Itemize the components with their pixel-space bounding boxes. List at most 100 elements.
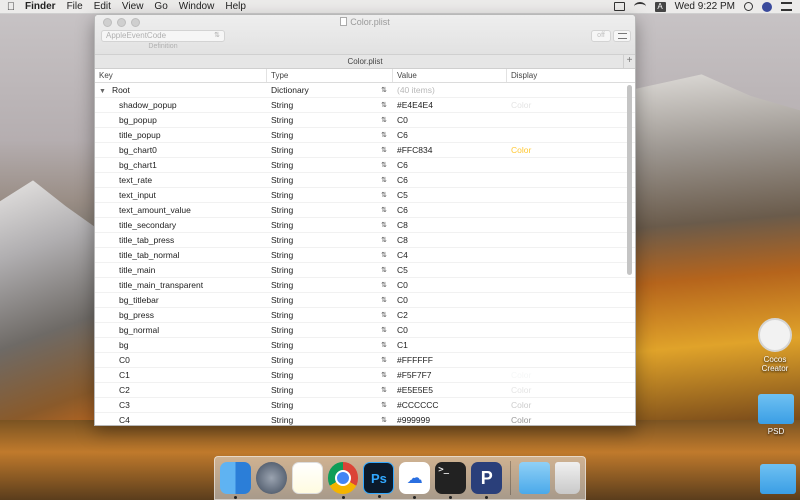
plist-row[interactable]: bg_titlebar String ⇅ C0: [95, 293, 635, 308]
plist-row[interactable]: C2 String ⇅ #E5E5E5 Color: [95, 383, 635, 398]
row-key[interactable]: title_tab_press: [95, 233, 267, 247]
chevron-updown-icon[interactable]: ⇅: [381, 278, 387, 293]
row-type[interactable]: String ⇅: [267, 218, 393, 232]
row-type[interactable]: String ⇅: [267, 128, 393, 142]
menu-window[interactable]: Window: [176, 1, 223, 12]
chevron-updown-icon[interactable]: ⇅: [381, 353, 387, 368]
plist-row[interactable]: C1 String ⇅ #F5F7F7 Color: [95, 368, 635, 383]
column-header-type[interactable]: Type: [267, 69, 393, 82]
row-value[interactable]: (40 items): [393, 83, 507, 97]
launchpad-icon[interactable]: [255, 462, 287, 494]
row-value[interactable]: #CCCCCC: [393, 398, 507, 412]
row-key[interactable]: title_main: [95, 263, 267, 277]
trash-icon[interactable]: [554, 462, 580, 494]
plist-row[interactable]: bg_chart0 String ⇅ #FFC834 Color: [95, 143, 635, 158]
chevron-updown-icon[interactable]: ⇅: [381, 398, 387, 413]
row-value[interactable]: C0: [393, 323, 507, 337]
row-key[interactable]: bg_titlebar: [95, 293, 267, 307]
row-key[interactable]: bg_normal: [95, 323, 267, 337]
row-value[interactable]: C6: [393, 128, 507, 142]
plist-row[interactable]: title_main_transparent String ⇅ C0: [95, 278, 635, 293]
apple-menu-icon[interactable]: : [0, 1, 22, 13]
row-value[interactable]: C8: [393, 233, 507, 247]
row-type[interactable]: String ⇅: [267, 158, 393, 172]
row-key[interactable]: bg_chart0: [95, 143, 267, 157]
plist-row[interactable]: title_secondary String ⇅ C8: [95, 218, 635, 233]
chevron-updown-icon[interactable]: ⇅: [381, 128, 387, 143]
row-key[interactable]: text_input: [95, 188, 267, 202]
row-value[interactable]: #E4E4E4: [393, 98, 507, 112]
row-key[interactable]: C4: [95, 413, 267, 425]
vertical-scrollbar[interactable]: [627, 85, 632, 275]
menu-help[interactable]: Help: [222, 1, 254, 12]
row-value[interactable]: C6: [393, 173, 507, 187]
row-key[interactable]: C2: [95, 383, 267, 397]
row-type[interactable]: Dictionary ⇅: [267, 83, 393, 97]
row-key[interactable]: C0: [95, 353, 267, 367]
row-type[interactable]: String ⇅: [267, 113, 393, 127]
chevron-updown-icon[interactable]: ⇅: [381, 113, 387, 128]
chevron-updown-icon[interactable]: ⇅: [381, 98, 387, 113]
plist-row[interactable]: title_main String ⇅ C5: [95, 263, 635, 278]
folder-icon[interactable]: [760, 464, 796, 494]
notes-icon[interactable]: [291, 462, 323, 494]
chevron-updown-icon[interactable]: ⇅: [381, 203, 387, 218]
row-type[interactable]: String ⇅: [267, 398, 393, 412]
chevron-updown-icon[interactable]: ⇅: [381, 368, 387, 383]
row-value[interactable]: C6: [393, 158, 507, 172]
menu-go[interactable]: Go: [151, 1, 175, 12]
plist-row[interactable]: bg_normal String ⇅ C0: [95, 323, 635, 338]
tab-color-plist[interactable]: Color.plist: [347, 57, 382, 66]
row-value[interactable]: C1: [393, 338, 507, 352]
row-type[interactable]: String ⇅: [267, 98, 393, 112]
row-type[interactable]: String ⇅: [267, 413, 393, 425]
row-key[interactable]: bg_popup: [95, 113, 267, 127]
row-type[interactable]: String ⇅: [267, 263, 393, 277]
row-value[interactable]: C2: [393, 308, 507, 322]
row-key[interactable]: shadow_popup: [95, 98, 267, 112]
row-value[interactable]: #FFC834: [393, 143, 507, 157]
clock[interactable]: Wed 9:22 PM: [675, 1, 735, 12]
chevron-updown-icon[interactable]: ⇅: [381, 323, 387, 338]
row-value[interactable]: C0: [393, 278, 507, 292]
row-value[interactable]: #FFFFFF: [393, 353, 507, 367]
row-type[interactable]: String ⇅: [267, 323, 393, 337]
finder-icon[interactable]: [220, 462, 251, 499]
plist-row[interactable]: title_tab_press String ⇅ C8: [95, 233, 635, 248]
row-type[interactable]: String ⇅: [267, 278, 393, 292]
row-value[interactable]: #999999: [393, 413, 507, 425]
chevron-updown-icon[interactable]: ⇅: [381, 413, 387, 425]
row-key[interactable]: bg_press: [95, 308, 267, 322]
spotlight-search-icon[interactable]: [744, 2, 753, 11]
row-value[interactable]: #E5E5E5: [393, 383, 507, 397]
plist-row[interactable]: text_rate String ⇅ C6: [95, 173, 635, 188]
row-type[interactable]: String ⇅: [267, 143, 393, 157]
plist-row[interactable]: C3 String ⇅ #CCCCCC Color: [95, 398, 635, 413]
row-value[interactable]: C4: [393, 248, 507, 262]
chevron-updown-icon[interactable]: ⇅: [381, 218, 387, 233]
desktop-icon-cocos-creator[interactable]: Cocos Creator: [750, 318, 800, 373]
row-key[interactable]: ▼ Root: [95, 83, 267, 97]
plist-row[interactable]: shadow_popup String ⇅ #E4E4E4 Color: [95, 98, 635, 113]
column-header-key[interactable]: Key: [95, 69, 267, 82]
row-value[interactable]: C8: [393, 218, 507, 232]
chevron-updown-icon[interactable]: ⇅: [381, 293, 387, 308]
row-value[interactable]: C0: [393, 113, 507, 127]
toolbar-list-button[interactable]: [613, 30, 631, 42]
column-header-display[interactable]: Display: [507, 69, 635, 82]
row-type[interactable]: String ⇅: [267, 338, 393, 352]
row-key[interactable]: title_tab_normal: [95, 248, 267, 262]
row-key[interactable]: title_secondary: [95, 218, 267, 232]
row-type[interactable]: String ⇅: [267, 293, 393, 307]
chevron-updown-icon[interactable]: ⇅: [381, 338, 387, 353]
toolbar-toggle-button[interactable]: off: [591, 30, 611, 42]
row-type[interactable]: String ⇅: [267, 203, 393, 217]
siri-icon[interactable]: [762, 1, 772, 12]
chevron-updown-icon[interactable]: ⇅: [381, 248, 387, 263]
menu-file[interactable]: File: [64, 1, 91, 12]
plist-row[interactable]: text_input String ⇅ C5: [95, 188, 635, 203]
menu-finder[interactable]: Finder: [22, 1, 64, 12]
p-app-icon[interactable]: P: [471, 462, 503, 499]
row-type[interactable]: String ⇅: [267, 188, 393, 202]
plist-row[interactable]: C4 String ⇅ #999999 Color: [95, 413, 635, 425]
